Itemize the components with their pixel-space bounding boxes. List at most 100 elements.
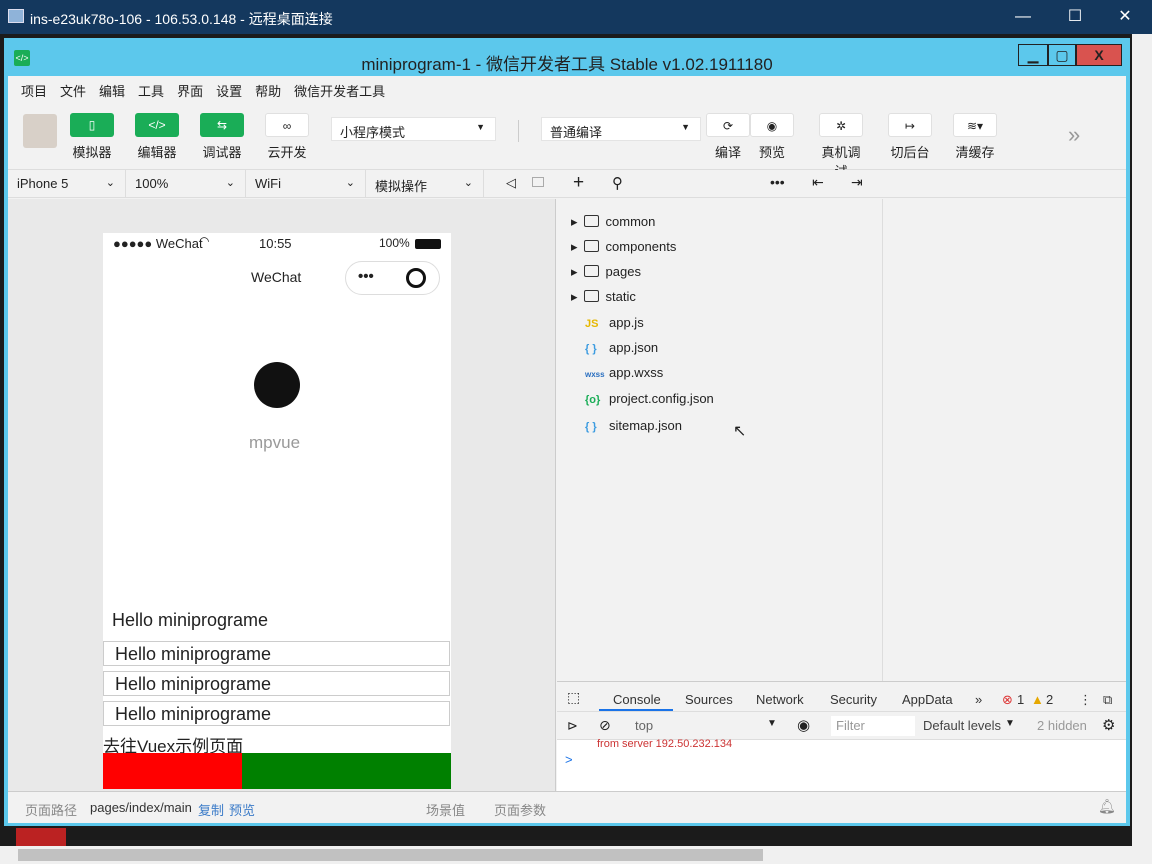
menu-settings[interactable]: 设置 [216,77,242,100]
page-path: pages/index/main [90,800,192,815]
tab-sources[interactable]: Sources [685,692,733,707]
menu-edit[interactable]: 编辑 [99,77,125,100]
carrier: ●●●●● WeChat [113,236,203,251]
mouse-cursor-icon: ↖ [733,423,747,440]
filter-input[interactable]: Filter [831,716,915,736]
network-select[interactable]: WiFi ⌄ [246,170,366,198]
tab-console[interactable]: Console [613,692,661,707]
simulator-button[interactable]: ▯ 模拟器 [67,113,117,161]
compile-button[interactable]: ⟳ 编译 [703,113,753,161]
chevron-down-icon: ▼ [681,122,690,132]
close-target-icon[interactable] [406,268,426,288]
simulator-label: 模拟器 [72,145,112,160]
phone-nav-bar: WeChat ••• [103,255,451,297]
file-sitemap-json[interactable]: { } sitemap.json [571,418,871,438]
more-icon[interactable]: ••• [770,174,785,190]
chevron-down-icon[interactable]: ▼ [767,718,777,729]
simulate-ops-select[interactable]: 模拟操作 ⌄ [366,170,484,198]
editor-label: 编辑器 [137,145,177,160]
menu-file[interactable]: 文件 [60,77,86,100]
phone-status-bar: ●●●●● WeChat ◠ 10:55 100% [103,233,451,255]
hello-input-3[interactable]: Hello miniprograme [103,701,450,726]
config-file-icon: {o} [585,394,601,406]
preview-button[interactable]: ◉ 预览 [747,113,797,161]
window-maximize-button[interactable]: ▢ [1048,44,1076,66]
kebab-menu-icon[interactable]: ⋮ [1079,692,1092,708]
preview-link[interactable]: 预览 [229,800,255,819]
vertical-scrollbar[interactable] [1132,34,1152,846]
window-close-button[interactable]: X [1076,44,1122,66]
background-button[interactable]: ↦ 切后台 [885,113,935,161]
copy-link[interactable]: 复制 [198,800,224,819]
clear-cache-button[interactable]: ≋▾ 清缓存 [950,113,1000,161]
levels-select[interactable]: Default levels [923,718,1001,733]
sidebar-toggle-icon[interactable]: ⊳ [567,718,578,734]
gear-icon[interactable]: ⚙ [1102,716,1115,734]
hello-input-1[interactable]: Hello miniprograme [103,641,450,666]
undock-icon[interactable]: ⧉ [1103,692,1112,708]
error-icon[interactable]: ⊗ [1002,692,1013,708]
eye-icon[interactable]: ◉ [797,716,810,734]
simulator-panel: ●●●●● WeChat ◠ 10:55 100% WeChat ••• mpv… [8,199,556,791]
status-bar: 页面路径 pages/index/main 复制 预览 场景值 页面参数 🔔︎ [8,791,1126,823]
device-select[interactable]: iPhone 5 ⌄ [8,170,126,198]
menu-project[interactable]: 项目 [21,77,47,100]
tab-network[interactable]: Network [756,692,804,707]
caret-right-icon: ▸ [571,239,578,254]
mute-icon[interactable]: ◁ [506,175,516,191]
mode-select[interactable]: 小程序模式 ▼ [331,117,496,141]
chevron-down-icon[interactable]: ▼ [1005,718,1015,729]
device-value: iPhone 5 [17,176,69,191]
tab-appdata[interactable]: AppData [902,692,953,707]
menu-help[interactable]: 帮助 [255,77,281,100]
more-tools-button[interactable]: » [1068,122,1080,148]
menu-devtools[interactable]: 微信开发者工具 [294,77,385,100]
taskbar-app-icon[interactable] [16,828,66,846]
compile-mode-select[interactable]: 普通编译 ▼ [541,117,701,141]
capsule-button[interactable]: ••• [345,261,440,295]
folder-components[interactable]: ▸ components [571,239,871,259]
file-label: app.json [609,340,659,355]
debugger-button[interactable]: ⇆ 调试器 [197,113,247,161]
page-params[interactable]: 页面参数 [494,800,546,819]
add-file-icon[interactable]: + [573,172,584,194]
rdp-maximize-button[interactable]: ☐ [1052,0,1098,34]
cloud-button[interactable]: ∞ 云开发 [262,113,312,161]
window-minimize-button[interactable]: ▁ [1018,44,1048,66]
editor-button[interactable]: </> 编辑器 [132,113,182,161]
folder-pages[interactable]: ▸ pages [571,264,871,284]
dock-icon[interactable]: ⇥ [851,174,863,191]
debug-icon: ⇆ [200,113,244,137]
menu-tools[interactable]: 工具 [138,77,164,100]
more-dots-icon[interactable]: ••• [358,268,374,285]
warning-icon[interactable]: ▲ [1031,692,1044,707]
window-icon[interactable] [532,177,544,187]
context-select[interactable]: top [635,718,653,733]
clear-console-icon[interactable]: ⊘ [599,717,611,734]
compile-mode-value: 普通编译 [550,125,603,140]
search-icon[interactable]: ⚲ [612,174,623,192]
rdp-close-button[interactable]: ✕ [1102,0,1148,34]
caret-right-icon: ▸ [571,264,578,279]
file-app-json[interactable]: { } app.json [571,340,871,360]
folder-common[interactable]: ▸ common [571,214,871,234]
bell-icon[interactable]: 🔔︎ [1098,798,1116,815]
collapse-icon[interactable]: ⇤ [812,174,824,191]
more-tabs-icon[interactable]: » [975,692,982,707]
rdp-minimize-button[interactable]: — [1000,0,1046,34]
horizontal-scrollbar[interactable] [0,846,1152,864]
file-app-js[interactable]: JS app.js [571,315,871,335]
avatar[interactable] [23,114,57,148]
menu-view[interactable]: 界面 [177,77,203,100]
inspect-icon[interactable]: ⬚ [567,689,580,706]
hello-input-2[interactable]: Hello miniprograme [103,671,450,696]
folder-static[interactable]: ▸ static [571,289,871,309]
zoom-select[interactable]: 100% ⌄ [126,170,246,198]
scene-value[interactable]: 场景值 [426,800,465,819]
console-prompt[interactable]: > [565,752,573,767]
file-project-config[interactable]: {o} project.config.json [571,391,871,411]
github-logo-icon [254,362,300,408]
file-app-wxss[interactable]: wxss app.wxss [571,365,871,385]
scroll-thumb[interactable] [18,849,763,861]
tab-security[interactable]: Security [830,692,877,707]
